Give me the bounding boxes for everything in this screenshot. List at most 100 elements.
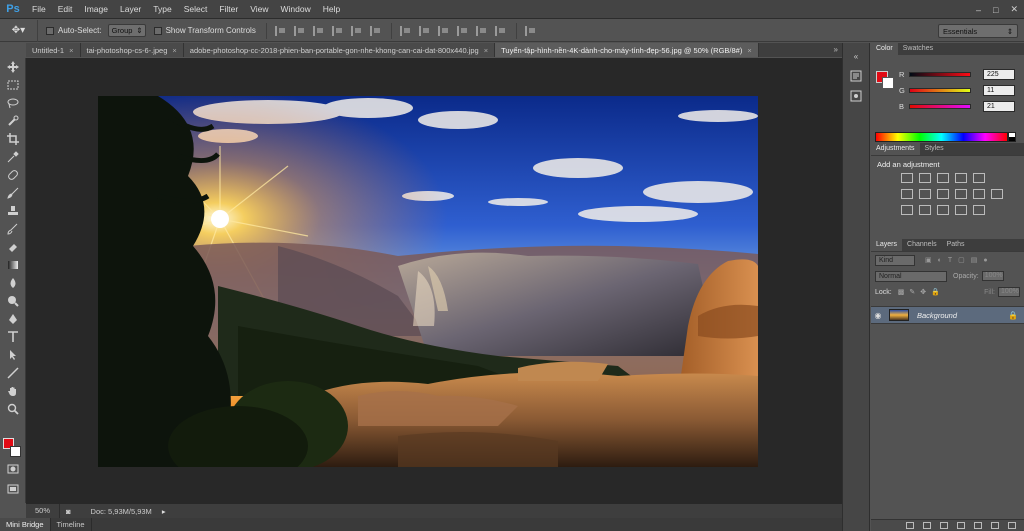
align-top-icon[interactable] — [274, 25, 286, 36]
layer-name[interactable]: Background — [917, 311, 957, 320]
new-group-icon[interactable] — [974, 522, 982, 529]
brush-tool-icon[interactable] — [0, 184, 26, 202]
history-panel-icon[interactable] — [847, 69, 865, 83]
transform-checkbox[interactable] — [153, 26, 162, 35]
pen-tool-icon[interactable] — [0, 310, 26, 328]
line-tool-icon[interactable] — [0, 364, 26, 382]
auto-align-icon[interactable] — [524, 25, 536, 36]
menu-type[interactable]: Type — [147, 0, 177, 19]
document-tab[interactable]: tai-photoshop-cs-6-.jpeg × — [80, 43, 184, 57]
new-layer-icon[interactable] — [991, 522, 999, 529]
delete-layer-icon[interactable] — [1008, 522, 1016, 529]
levels-icon[interactable] — [919, 173, 931, 183]
menu-view[interactable]: View — [244, 0, 274, 19]
hue-saturation-icon[interactable] — [901, 189, 913, 199]
hand-tool-icon[interactable] — [0, 382, 26, 400]
maximize-button[interactable]: □ — [993, 5, 998, 15]
menu-file[interactable]: File — [26, 0, 52, 19]
auto-select-toggle[interactable]: Auto-Select: — [46, 26, 102, 35]
move-tool-icon[interactable] — [0, 58, 26, 76]
info-icon[interactable]: ◙ — [66, 507, 71, 516]
photo-filter-icon[interactable] — [955, 189, 967, 199]
color-balance-icon[interactable] — [919, 189, 931, 199]
distribute-hcenter-icon[interactable] — [475, 25, 487, 36]
exposure-icon[interactable] — [955, 173, 967, 183]
filter-type-icons[interactable]: ▣◐T▢▤● — [925, 256, 994, 264]
blur-tool-icon[interactable] — [0, 274, 26, 292]
lasso-tool-icon[interactable] — [0, 94, 26, 112]
minimize-button[interactable]: – — [976, 5, 981, 15]
red-slider[interactable] — [909, 71, 971, 77]
align-hcenter-icon[interactable] — [350, 25, 362, 36]
distribute-top-icon[interactable] — [399, 25, 411, 36]
show-transform-toggle[interactable]: Show Transform Controls — [153, 26, 256, 35]
screen-mode-icon[interactable] — [0, 480, 26, 498]
visibility-eye-icon[interactable]: ◉ — [871, 311, 885, 320]
menu-help[interactable]: Help — [317, 0, 346, 19]
status-menu-icon[interactable]: ▸ — [162, 507, 166, 516]
menu-select[interactable]: Select — [178, 0, 214, 19]
menu-image[interactable]: Image — [78, 0, 114, 19]
tab-color[interactable]: Color — [871, 43, 898, 55]
marquee-tool-icon[interactable] — [0, 76, 26, 94]
document-tab[interactable]: adobe-photoshop-cc-2018-phien-ban-portab… — [183, 43, 496, 57]
gradient-tool-icon[interactable] — [0, 256, 26, 274]
workspace-dropdown[interactable]: Essentials ⇕ — [938, 24, 1018, 38]
kind-filter-dropdown[interactable]: Kind — [875, 254, 915, 266]
curves-icon[interactable] — [937, 173, 949, 183]
properties-panel-icon[interactable] — [847, 89, 865, 103]
eraser-tool-icon[interactable] — [0, 238, 26, 256]
tab-timeline[interactable]: Timeline — [51, 518, 92, 531]
path-selection-tool-icon[interactable] — [0, 346, 26, 364]
distribute-right-icon[interactable] — [494, 25, 506, 36]
close-icon[interactable]: × — [747, 46, 751, 55]
distribute-vcenter-icon[interactable] — [418, 25, 430, 36]
layer-row-background[interactable]: ◉ Background 🔒 — [871, 306, 1024, 324]
auto-select-dropdown[interactable]: Group ⇕ — [107, 24, 146, 37]
threshold-icon[interactable] — [937, 205, 949, 215]
tab-swatches[interactable]: Swatches — [898, 43, 938, 55]
close-icon[interactable]: × — [172, 46, 176, 55]
tab-overflow-icon[interactable]: » — [834, 43, 838, 57]
crop-tool-icon[interactable] — [0, 130, 26, 148]
blue-slider[interactable] — [909, 103, 971, 109]
zoom-level-field[interactable]: 50% — [26, 504, 60, 518]
blend-mode-dropdown[interactable]: Normal — [875, 270, 947, 282]
black-white-icon[interactable] — [937, 189, 949, 199]
close-icon[interactable]: × — [484, 46, 488, 55]
color-lookup-icon[interactable] — [991, 189, 1003, 199]
vibrance-icon[interactable] — [973, 173, 985, 183]
history-brush-tool-icon[interactable] — [0, 220, 26, 238]
tab-styles[interactable]: Styles — [920, 143, 949, 155]
eyedropper-tool-icon[interactable] — [0, 148, 26, 166]
menu-layer[interactable]: Layer — [114, 0, 147, 19]
quick-selection-tool-icon[interactable] — [0, 112, 26, 130]
canvas-area[interactable] — [26, 58, 842, 504]
align-bottom-icon[interactable] — [312, 25, 324, 36]
layer-style-icon[interactable] — [923, 522, 931, 529]
distribute-left-icon[interactable] — [456, 25, 468, 36]
selective-color-icon[interactable] — [955, 205, 967, 215]
menu-filter[interactable]: Filter — [213, 0, 244, 19]
invert-icon[interactable] — [901, 205, 913, 215]
color-spectrum[interactable] — [875, 132, 1008, 142]
zoom-tool-icon[interactable] — [0, 400, 26, 418]
background-color-swatch[interactable] — [10, 446, 21, 457]
green-value-field[interactable]: 11 — [983, 84, 1015, 96]
background-color-swatch[interactable] — [882, 77, 894, 89]
brightness-contrast-icon[interactable] — [901, 173, 913, 183]
close-icon[interactable]: × — [69, 46, 73, 55]
dodge-tool-icon[interactable] — [0, 292, 26, 310]
blue-value-field[interactable]: 21 — [983, 100, 1015, 112]
add-mask-icon[interactable] — [940, 522, 948, 529]
tab-adjustments[interactable]: Adjustments — [871, 143, 920, 155]
tab-layers[interactable]: Layers — [871, 239, 903, 251]
distribute-bottom-icon[interactable] — [437, 25, 449, 36]
document-tab[interactable]: Untitled-1 × — [26, 43, 81, 57]
tab-channels[interactable]: Channels — [902, 239, 942, 251]
posterize-icon[interactable] — [919, 205, 931, 215]
new-adjustment-icon[interactable] — [957, 522, 965, 529]
fill-field[interactable]: 100% — [998, 287, 1020, 297]
document-tab-active[interactable]: Tuyển-tập-hình-nền-4K-dành-cho-máy-tính-… — [495, 43, 759, 57]
auto-select-checkbox[interactable] — [46, 26, 54, 35]
